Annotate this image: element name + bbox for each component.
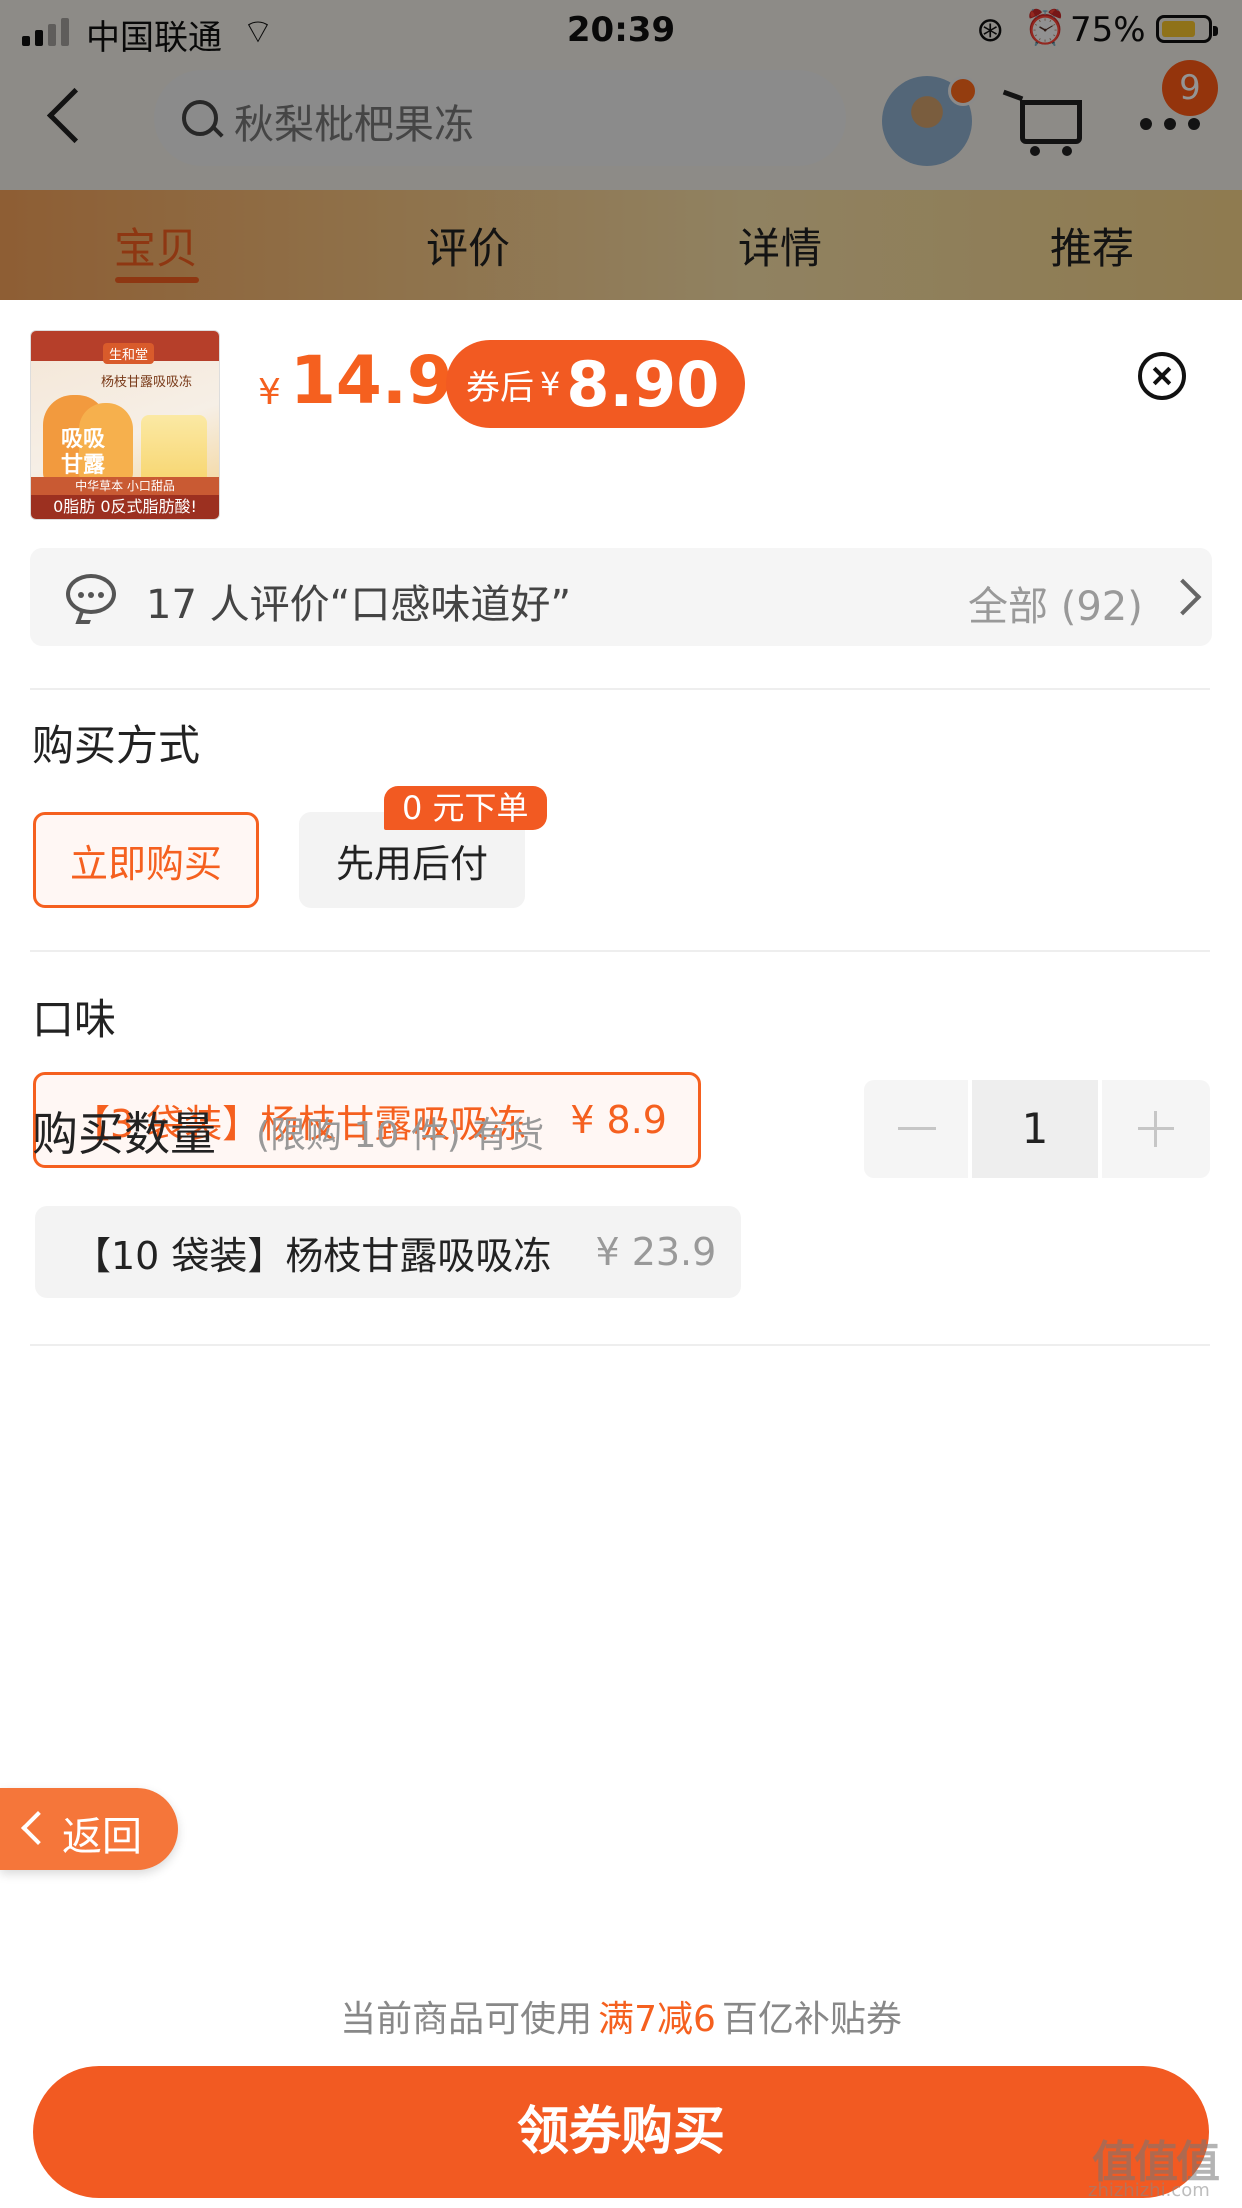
thumb-brand: 生和堂: [103, 343, 155, 364]
chevron-right-icon: [1164, 578, 1202, 616]
floating-back-button[interactable]: 返回: [0, 1788, 178, 1870]
quantity-title: 购买数量: [32, 1107, 216, 1161]
flavor-price: ¥ 23.9: [595, 1230, 717, 1274]
flavor-option-10pack[interactable]: 【10 袋装】杨枝甘露吸吸冻 ¥ 23.9: [35, 1206, 741, 1298]
quantity-increase-button[interactable]: [1102, 1080, 1210, 1178]
zero-down-tag: 0 元下单: [384, 786, 547, 830]
coupon-price-badge: 券后 ¥ 8.90: [446, 340, 746, 428]
sku-sheet: 生和堂 杨枝甘露吸吸冻 吸吸甘露 中华草本 小口甜品 0脂肪 0反式脂肪酸! ¥…: [0, 300, 1242, 2208]
review-all-link[interactable]: 全部 (92): [968, 574, 1143, 632]
quantity-stepper[interactable]: 1: [972, 1080, 1098, 1178]
coupon-hint-prefix: 当前商品可使用: [340, 1999, 593, 2040]
thumb-line1: 中华草本 小口甜品: [31, 477, 219, 495]
quantity-note: (限购 10 件) 有货: [256, 1115, 545, 1156]
price: 14.9: [290, 342, 453, 419]
coupon-hint-highlight: 满7减6: [598, 1999, 716, 2040]
thumb-line2: 0脂肪 0反式脂肪酸!: [31, 495, 219, 519]
site-watermark: 值值值 zhizhizhi.com: [1088, 2126, 1238, 2206]
flavor-title: 口味: [32, 995, 117, 1044]
thumb-subtitle: 杨枝甘露吸吸冻: [101, 375, 193, 390]
coupon-currency: ¥: [540, 365, 561, 403]
divider: [30, 1344, 1210, 1346]
divider: [30, 950, 1210, 952]
option-label: 立即购买: [69, 841, 222, 886]
coupon-price: 8.90: [566, 347, 720, 421]
flavor-label: 【10 袋装】杨枝甘露吸吸冻: [73, 1233, 552, 1278]
thumb-big-text: 吸吸甘露: [61, 427, 106, 478]
coupon-label: 券后: [466, 367, 534, 408]
divider: [30, 688, 1210, 690]
option-buy-now[interactable]: 立即购买: [33, 812, 259, 908]
dim-overlay[interactable]: [0, 0, 1242, 300]
chevron-left-icon: [21, 1811, 55, 1845]
minus-icon: [898, 1127, 936, 1130]
product-thumbnail[interactable]: 生和堂 杨枝甘露吸吸冻 吸吸甘露 中华草本 小口甜品 0脂肪 0反式脂肪酸!: [30, 330, 220, 520]
option-label: 先用后付: [335, 841, 488, 886]
price-currency: ¥: [258, 372, 281, 413]
review-summary: 17 人评价“口感味道好”: [146, 582, 572, 628]
back-label: 返回: [62, 1814, 142, 1860]
review-summary-bar[interactable]: 17 人评价“口感味道好” 全部 (92): [30, 548, 1212, 646]
watermark-url: zhizhizhi.com: [1088, 2180, 1210, 2201]
close-icon[interactable]: [1138, 352, 1186, 400]
flavor-price: ¥ 8.9: [570, 1098, 667, 1142]
coupon-hint: 当前商品可使用 满7减6 百亿补贴券: [0, 1990, 1242, 2042]
chat-bubble-icon: [66, 574, 116, 614]
quantity-decrease-button[interactable]: [864, 1080, 968, 1178]
purchase-method-title: 购买方式: [32, 721, 201, 770]
claim-coupon-buy-button[interactable]: 领券购买: [33, 2066, 1209, 2198]
coupon-hint-suffix: 百亿补贴券: [721, 1999, 902, 2040]
